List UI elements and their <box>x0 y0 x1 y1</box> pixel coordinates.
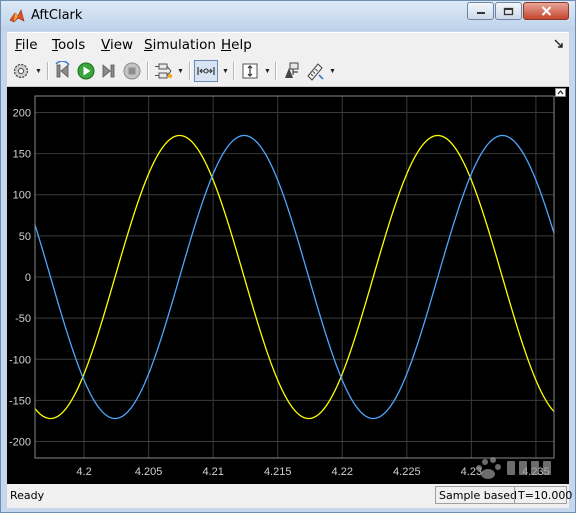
plot-area[interactable]: -200 -150 -100 -50 0 50 100 150 200 4.2 4.205 4.21 4… <box>7 87 569 484</box>
step-back-icon[interactable] <box>53 61 73 81</box>
undock-icon[interactable] <box>555 88 566 97</box>
close-icon <box>541 6 551 16</box>
window-title: AftClark <box>31 8 83 23</box>
settings-dropdown-arrow[interactable]: ▼ <box>35 68 42 75</box>
scale-axes-icon[interactable] <box>240 61 260 81</box>
toolbar-separator <box>275 62 277 80</box>
scope-window: AftClark File Tools View Simulation Help… <box>0 0 576 513</box>
y-tick-label: -150 <box>9 395 31 407</box>
status-bar: Ready Sample based T=10.000 <box>7 484 572 508</box>
menu-bar: File Tools View Simulation Help <box>7 32 569 57</box>
signal-select-icon[interactable] <box>153 61 173 81</box>
y-tick-label: -100 <box>9 354 31 366</box>
menu-view[interactable]: View <box>101 37 133 53</box>
minimize-button[interactable] <box>467 2 494 20</box>
y-tick-label: 100 <box>13 190 31 202</box>
toolbar: ▼ ▼ ▼ ▼ ▼ <box>7 56 569 87</box>
close-button[interactable] <box>523 2 569 20</box>
x-tick-label: 4.21 <box>202 466 223 478</box>
y-tick-label: 50 <box>19 231 31 243</box>
measure-dropdown-arrow[interactable]: ▼ <box>329 68 336 75</box>
menu-simulation[interactable]: Simulation <box>144 37 216 53</box>
status-time: T=10.000 <box>514 486 572 504</box>
toolbar-separator <box>233 62 235 80</box>
highlight-block-icon[interactable] <box>282 61 302 81</box>
y-tick-label: -200 <box>9 437 31 449</box>
title-bar[interactable]: AftClark <box>1 1 575 31</box>
toolbar-separator <box>147 62 149 80</box>
measure-icon[interactable] <box>305 61 325 81</box>
zoom-fit-icon <box>197 67 215 75</box>
scope-chart[interactable]: -200 -150 -100 -50 0 50 100 150 200 4.2 4.205 4.21 4… <box>7 87 569 484</box>
step-forward-icon[interactable] <box>99 61 119 81</box>
menu-tools[interactable]: Tools <box>52 37 85 53</box>
maximize-icon <box>503 7 514 15</box>
maximize-button[interactable] <box>495 2 522 20</box>
x-tick-label: 4.215 <box>264 466 292 478</box>
watermark-logo <box>476 457 551 479</box>
toolbar-separator <box>189 62 191 80</box>
signal-dropdown-arrow[interactable]: ▼ <box>177 68 184 75</box>
y-tick-label: 200 <box>13 107 31 119</box>
matlab-icon <box>9 9 25 23</box>
status-ready: Ready <box>10 489 45 502</box>
run-icon[interactable] <box>76 61 96 81</box>
status-sample-mode: Sample based <box>435 486 517 504</box>
menu-overflow-icon[interactable] <box>554 39 563 48</box>
x-tick-label: 4.225 <box>393 466 421 478</box>
zoom-fit-button[interactable] <box>194 60 218 82</box>
toolbar-separator <box>47 62 49 80</box>
settings-icon[interactable] <box>11 61 31 81</box>
scale-dropdown-arrow[interactable]: ▼ <box>264 68 271 75</box>
menu-help[interactable]: Help <box>221 37 252 53</box>
x-tick-label: 4.205 <box>135 466 163 478</box>
stop-icon[interactable] <box>122 61 142 81</box>
y-tick-label: 0 <box>25 272 31 284</box>
minimize-icon <box>476 12 485 14</box>
y-tick-label: 150 <box>13 149 31 161</box>
zoom-dropdown-arrow[interactable]: ▼ <box>222 68 229 75</box>
menu-file[interactable]: File <box>15 37 38 53</box>
x-tick-label: 4.22 <box>332 466 353 478</box>
y-tick-label: -50 <box>15 313 31 325</box>
x-tick-label: 4.2 <box>76 466 91 478</box>
